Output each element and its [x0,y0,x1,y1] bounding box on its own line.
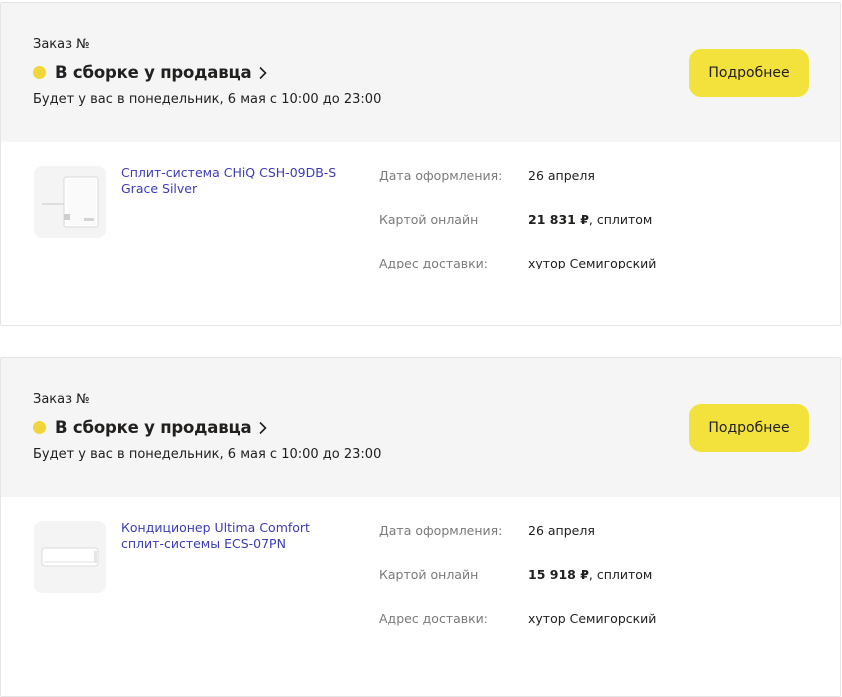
order-number: Заказ № [33,37,90,52]
order-status-link[interactable]: В сборке у продавца [33,63,268,82]
status-dot-icon [33,421,46,434]
chevron-right-icon [259,421,268,434]
payment-method-label: Картой онлайн [379,212,479,227]
split-system-indoor-unit-image [38,170,102,234]
payment-value: 15 918 ₽, сплитом [528,567,652,582]
chevron-right-icon [259,66,268,79]
product-image[interactable] [34,521,106,593]
payment-value: 21 831 ₽, сплитом [528,212,652,227]
order-date-value: 26 апреля [528,168,595,183]
order-header: Заказ № В сборке у продавца Будет у вас … [1,358,840,497]
product-name-link[interactable]: Кондиционер Ultima Comfort сплит-системы… [121,520,351,552]
air-conditioner-image [38,525,102,589]
order-body: Кондиционер Ultima Comfort сплит-системы… [1,497,840,682]
order-header: Заказ № В сборке у продавца Будет у вас … [1,3,840,142]
order-number: Заказ № [33,392,90,407]
delivery-info: Будет у вас в понедельник, 6 мая с 10:00… [33,92,382,107]
product-name-link[interactable]: Сплит-система CHiQ CSH-09DB-S Grace Silv… [121,165,351,197]
payment-method-label: Картой онлайн [379,567,479,582]
payment-amount: 21 831 ₽ [528,212,589,227]
payment-amount: 15 918 ₽ [528,567,589,582]
delivery-info: Будет у вас в понедельник, 6 мая с 10:00… [33,447,382,462]
details-button[interactable]: Подробнее [689,404,809,452]
order-status-link[interactable]: В сборке у продавца [33,418,268,437]
order-status: В сборке у продавца [55,418,252,437]
product-image[interactable] [34,166,106,238]
delivery-address-label: Адрес доставки: [379,256,489,269]
delivery-address-label: Адрес доставки: [379,611,489,626]
delivery-address-value: хутор Семигорский [528,256,657,269]
delivery-address-value: хутор Семигорский [528,611,657,626]
order-body: Сплит-система CHiQ CSH-09DB-S Grace Silv… [1,142,840,325]
payment-suffix: , сплитом [588,567,653,582]
order-card: Заказ № В сборке у продавца Будет у вас … [0,357,841,697]
order-date-label: Дата оформления: [379,168,503,183]
details-button[interactable]: Подробнее [689,49,809,97]
payment-suffix: , сплитом [588,212,653,227]
order-status: В сборке у продавца [55,63,252,82]
order-date-value: 26 апреля [528,523,595,538]
status-dot-icon [33,66,46,79]
order-date-label: Дата оформления: [379,523,503,538]
order-card: Заказ № В сборке у продавца Будет у вас … [0,2,841,326]
